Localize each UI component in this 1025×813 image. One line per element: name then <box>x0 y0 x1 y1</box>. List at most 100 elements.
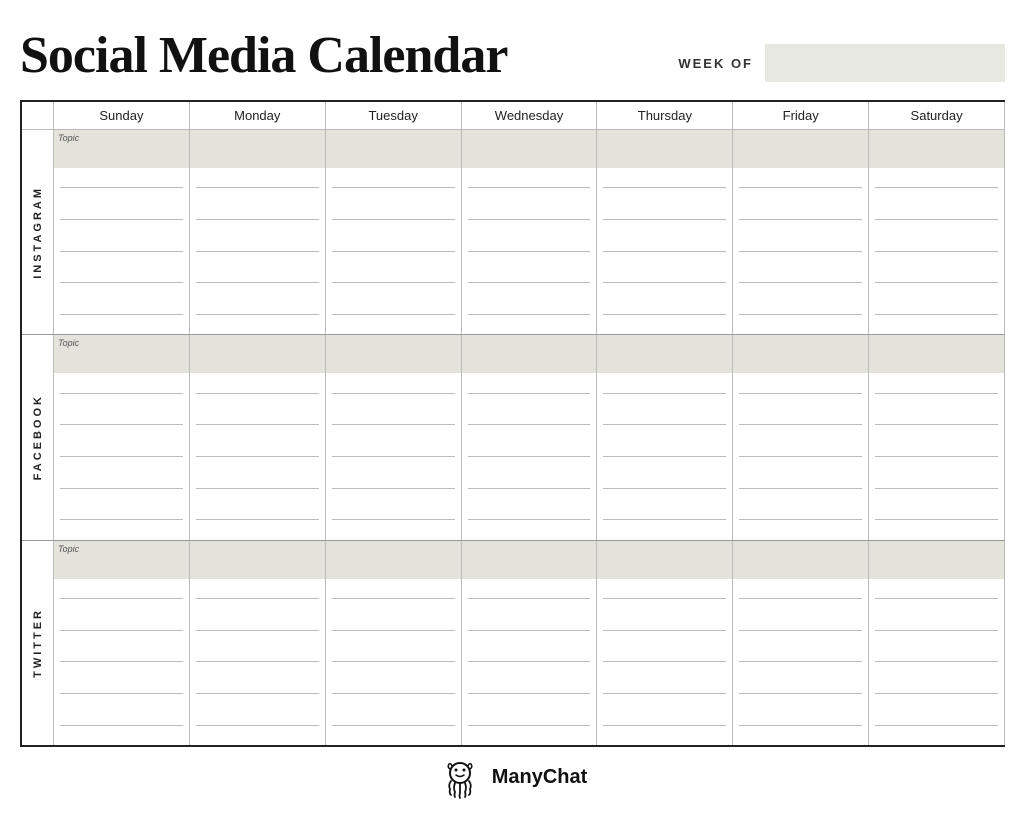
platform-label-cell-facebook: FACEBOOK <box>22 335 54 539</box>
line <box>196 661 319 662</box>
header: Social Media Calendar WEEK OF <box>20 30 1005 82</box>
week-of-label: WEEK OF <box>678 56 753 71</box>
day-header-saturday: Saturday <box>869 102 1005 130</box>
line <box>603 598 726 599</box>
topic-label: Topic <box>58 133 79 143</box>
lines-area <box>326 579 461 745</box>
line <box>60 598 183 599</box>
line <box>468 251 591 252</box>
line <box>603 251 726 252</box>
line <box>60 630 183 631</box>
line <box>468 488 591 489</box>
topic-box <box>869 130 1004 168</box>
line <box>332 424 455 425</box>
day-header-friday: Friday <box>733 102 869 130</box>
topic-box: Topic <box>54 130 189 168</box>
lines-area <box>869 579 1004 745</box>
instagram-friday <box>733 130 869 334</box>
week-of-input[interactable] <box>765 44 1005 82</box>
platform-label-cell-instagram: INSTAGRAM <box>22 130 54 334</box>
topic-label: Topic <box>58 338 79 348</box>
line <box>60 519 183 520</box>
topic-box <box>597 541 732 579</box>
line <box>603 456 726 457</box>
line <box>60 251 183 252</box>
topic-box <box>190 130 325 168</box>
line <box>739 519 862 520</box>
line <box>332 725 455 726</box>
line <box>468 661 591 662</box>
line <box>60 219 183 220</box>
day-header-tuesday: Tuesday <box>326 102 462 130</box>
lines-area <box>733 168 868 334</box>
lines-area <box>190 373 325 539</box>
line <box>603 282 726 283</box>
line <box>603 219 726 220</box>
platform-row-instagram: INSTAGRAM Topic <box>22 130 1005 335</box>
line <box>739 456 862 457</box>
line <box>875 314 998 315</box>
line <box>739 282 862 283</box>
line <box>60 314 183 315</box>
line <box>739 725 862 726</box>
topic-box <box>462 130 597 168</box>
twitter-thursday <box>597 541 733 745</box>
line <box>196 488 319 489</box>
facebook-sunday: Topic <box>54 335 190 539</box>
platform-label-instagram: INSTAGRAM <box>32 186 44 279</box>
line <box>196 519 319 520</box>
lines-area <box>869 168 1004 334</box>
lines-area <box>54 373 189 539</box>
line <box>739 187 862 188</box>
line <box>60 725 183 726</box>
line <box>332 219 455 220</box>
line <box>332 314 455 315</box>
twitter-wednesday <box>462 541 598 745</box>
line <box>739 251 862 252</box>
platform-row-twitter: TWITTER Topic <box>22 541 1005 745</box>
line <box>468 314 591 315</box>
line <box>196 424 319 425</box>
line <box>603 630 726 631</box>
topic-box <box>190 541 325 579</box>
calendar-body: INSTAGRAM Topic <box>20 130 1005 747</box>
line <box>332 661 455 662</box>
lines-area <box>597 579 732 745</box>
line <box>875 219 998 220</box>
header-spacer <box>22 102 54 130</box>
line <box>468 693 591 694</box>
line <box>875 488 998 489</box>
topic-box <box>597 335 732 373</box>
topic-box: Topic <box>54 541 189 579</box>
topic-box <box>326 335 461 373</box>
line <box>739 630 862 631</box>
line <box>603 424 726 425</box>
line <box>60 393 183 394</box>
line <box>468 282 591 283</box>
line <box>739 219 862 220</box>
lines-area <box>869 373 1004 539</box>
line <box>739 693 862 694</box>
lines-area <box>733 579 868 745</box>
week-of-section: WEEK OF <box>678 44 1005 82</box>
twitter-saturday <box>869 541 1005 745</box>
brand-name: ManyChat <box>492 766 588 789</box>
line <box>739 488 862 489</box>
line <box>60 187 183 188</box>
twitter-friday <box>733 541 869 745</box>
line <box>332 693 455 694</box>
line <box>603 661 726 662</box>
day-header-wednesday: Wednesday <box>462 102 598 130</box>
line <box>196 187 319 188</box>
line <box>739 598 862 599</box>
topic-box <box>869 335 1004 373</box>
line <box>468 519 591 520</box>
line <box>332 187 455 188</box>
instagram-thursday <box>597 130 733 334</box>
line <box>196 282 319 283</box>
twitter-sunday: Topic <box>54 541 190 745</box>
topic-label: Topic <box>58 544 79 554</box>
line <box>332 393 455 394</box>
twitter-tuesday <box>326 541 462 745</box>
line <box>332 282 455 283</box>
